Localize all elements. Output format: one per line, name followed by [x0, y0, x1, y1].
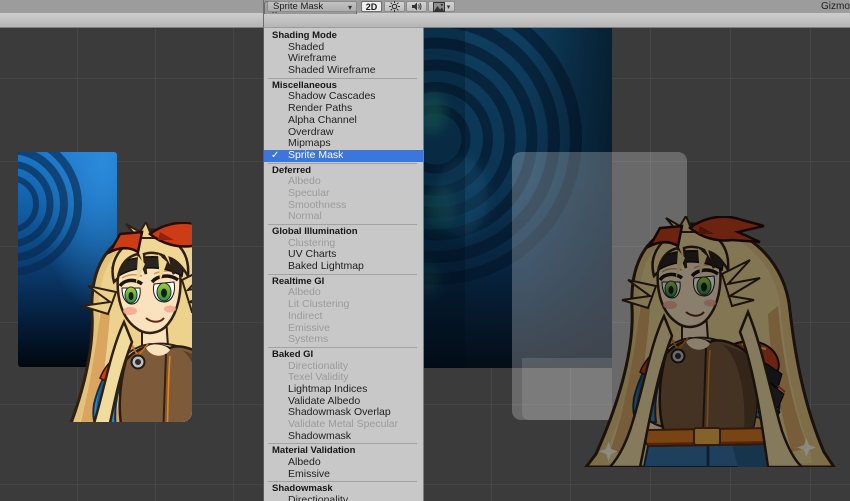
gizmos-button[interactable]: Gizmos — [821, 1, 850, 13]
menu-item-label: Indirect — [288, 310, 322, 322]
checkmark-icon: ✓ — [271, 150, 279, 162]
menu-item-label: Normal — [288, 210, 322, 222]
scene-toolbar — [0, 13, 850, 28]
image-icon — [433, 2, 445, 12]
menu-item-label: Emissive — [288, 468, 330, 480]
menu-item-systems: Systems — [264, 334, 423, 346]
grid-line — [0, 484, 850, 485]
menu-item-baked-lightmap[interactable]: Baked Lightmap — [264, 261, 423, 273]
menu-separator — [268, 481, 417, 482]
menu-item-normal: Normal — [264, 211, 423, 223]
menu-item-label: Directionality — [288, 360, 348, 372]
draw-mode-dropdown[interactable]: Sprite Mask ▾ — [267, 1, 357, 12]
menu-item-label: Smoothness — [288, 199, 346, 211]
menu-item-label: Mipmaps — [288, 137, 331, 149]
menu-item-label: Albedo — [288, 286, 321, 298]
menu-item-label: Lightmap Indices — [288, 383, 367, 395]
menu-item-label: Albedo — [288, 456, 321, 468]
menu-item-directionality[interactable]: Directionality — [264, 495, 423, 501]
menu-item-label: Lit Clustering — [288, 298, 349, 310]
grid-line — [233, 27, 234, 501]
menu-item-label: Clustering — [288, 237, 335, 249]
menu-item-label: Alpha Channel — [288, 114, 357, 126]
chevron-down-icon: ▾ — [348, 3, 352, 12]
menu-item-label: Specular — [288, 187, 329, 199]
menu-item-label: Texel Validity — [288, 371, 349, 383]
menu-item-label: Baked Lightmap — [288, 260, 364, 272]
character-sprite-preview[interactable] — [582, 216, 838, 467]
sun-icon — [389, 1, 400, 12]
menu-item-label: Emissive — [288, 322, 330, 334]
menu-item-label: Albedo — [288, 175, 321, 187]
menu-item-emissive[interactable]: Emissive — [264, 469, 423, 481]
menu-item-label: Wireframe — [288, 52, 336, 64]
menu-separator — [268, 78, 417, 79]
scene-effects-toggle[interactable]: ▾ — [428, 1, 455, 12]
menu-separator — [268, 224, 417, 225]
menu-item-label: Validate Albedo — [288, 395, 360, 407]
menu-item-shadowmask[interactable]: Shadowmask — [264, 431, 423, 443]
menu-item-label: UV Charts — [288, 248, 336, 260]
scene-lighting-toggle[interactable] — [384, 1, 405, 12]
menu-item-label: Shadow Cascades — [288, 90, 376, 102]
scene-viewport[interactable] — [0, 27, 850, 501]
draw-mode-value: Sprite Mask — [273, 1, 323, 12]
menu-item-label: Shaded — [288, 41, 324, 53]
toggle-2d-button[interactable]: 2D — [361, 1, 382, 12]
menu-item-label: Sprite Mask — [288, 149, 343, 161]
menu-item-label: Render Paths — [288, 102, 352, 114]
menu-item-label: Validate Metal Specular — [288, 418, 398, 430]
menu-item-label: Shaded Wireframe — [288, 64, 376, 76]
menu-separator — [268, 163, 417, 164]
menu-item-label: Directionality — [288, 494, 348, 501]
menu-item-label: Systems — [288, 333, 328, 345]
menu-item-label: Shadowmask Overlap — [288, 406, 391, 418]
menu-separator — [268, 274, 417, 275]
menu-item-sprite-mask[interactable]: ✓ Sprite Mask — [264, 150, 423, 162]
menu-item-label: Overdraw — [288, 126, 334, 138]
scene-audio-toggle[interactable] — [406, 1, 427, 12]
view-mode-menu: Shading ModeShadedWireframeShaded Wirefr… — [263, 27, 424, 501]
character-sprite-masked[interactable] — [42, 222, 298, 473]
chevron-down-icon: ▾ — [447, 3, 451, 11]
menu-separator — [268, 347, 417, 348]
menu-separator — [268, 443, 417, 444]
menu-item-shaded-wireframe[interactable]: Shaded Wireframe — [264, 65, 423, 77]
speaker-icon — [411, 1, 422, 12]
menu-item-label: Shadowmask — [288, 430, 351, 442]
toggle-2d-label: 2D — [366, 2, 378, 12]
